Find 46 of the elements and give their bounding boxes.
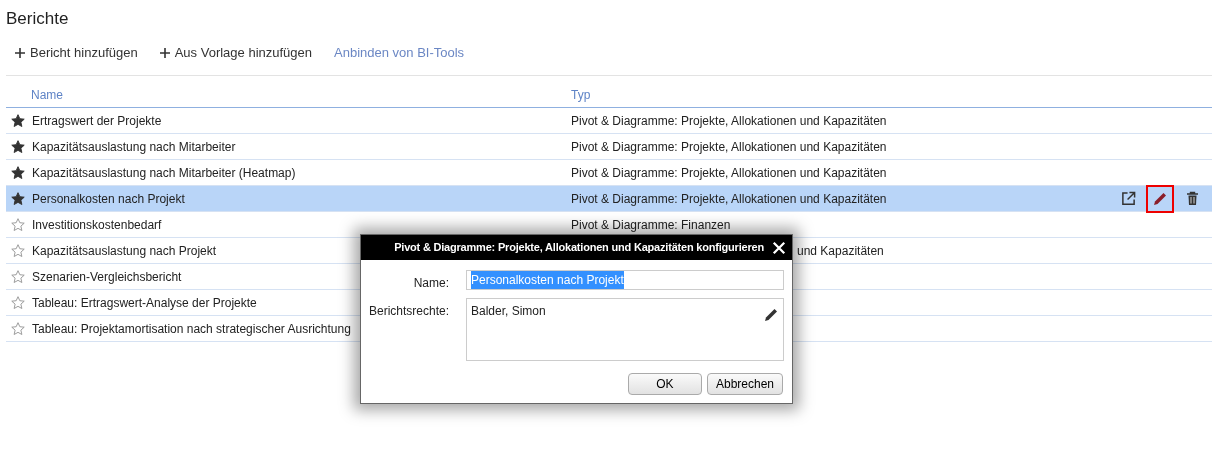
close-icon	[772, 241, 786, 256]
report-name[interactable]: Tableau: Projektamortisation nach strategischer Ausrichtung	[32, 319, 351, 338]
plus-icon	[15, 47, 25, 58]
add-button[interactable]: Bericht hinzufügen	[15, 42, 138, 63]
star-outline-icon[interactable]	[11, 269, 25, 284]
report-type: Pivot & Diagramme: Projekte, Allokationen und Kapazitäten	[571, 139, 887, 154]
star-outline-icon[interactable]	[11, 295, 25, 310]
report-type: Pivot & Diagramme: Projekte, Allokationen und Kapazitäten	[571, 113, 887, 128]
report-name[interactable]: Szenarien-Vergleichsbericht	[32, 267, 182, 286]
ok-button[interactable]: OK	[627, 373, 702, 395]
column-header[interactable]: Typ	[571, 88, 591, 102]
report-name[interactable]: Ertragswert der Projekte	[32, 111, 162, 130]
page-title: Berichte	[6, 8, 70, 30]
bi-tools-link[interactable]: Anbinden von BI-Tools	[334, 42, 465, 63]
rights-field[interactable]: Balder, Simon	[466, 298, 784, 361]
report-name[interactable]: Kapazitätsauslastung nach Projekt	[32, 241, 217, 260]
external-link-icon	[1120, 191, 1136, 206]
report-name[interactable]: Kapazitätsauslastung nach Mitarbeiter (Heatmap)	[32, 163, 296, 182]
filled-star-icon[interactable]	[11, 139, 25, 154]
report-type: Pivot & Diagramme: Finanzen	[571, 217, 731, 232]
trash-icon	[1185, 191, 1199, 206]
report-type: und Kapazitäten	[797, 243, 884, 258]
report-name[interactable]: Tableau: Ertragswert-Analyse der Projekte	[32, 293, 257, 312]
filled-star-icon[interactable]	[11, 191, 25, 206]
field-label: Name:	[412, 275, 449, 292]
filled-star-icon[interactable]	[11, 165, 25, 180]
pencil-icon	[1152, 190, 1168, 207]
column-header[interactable]: Name	[31, 86, 63, 104]
pencil-icon	[763, 306, 779, 323]
plus-icon	[159, 47, 170, 58]
star-outline-icon[interactable]	[11, 217, 25, 232]
filled-star-icon[interactable]	[11, 113, 25, 128]
report-name[interactable]: Investitionskostenbedarf	[32, 215, 162, 234]
dialog-title: Pivot & Diagramme: Projekte, Allokationen und Kapazitäten konfigurieren	[394, 240, 764, 256]
edit-button[interactable]	[1146, 184, 1174, 213]
star-outline-icon[interactable]	[11, 321, 25, 336]
report-name[interactable]: Personalkosten nach Projekt	[32, 189, 185, 208]
report-name[interactable]: Kapazitätsauslastung nach Mitarbeiter	[32, 137, 236, 156]
cancel-button[interactable]: Abbrechen	[706, 373, 783, 395]
selected-row[interactable]: Personalkosten nach Projekt Pivot & Diagramme: Projekte, Allokationen und Kapazitäten	[6, 186, 1212, 212]
report-type: Pivot & Diagramme: Projekte, Allokationen und Kapazitäten	[571, 165, 887, 180]
field-label: Berichtsrechte:	[367, 303, 449, 320]
add-button[interactable]: Aus Vorlage hinzufügen	[159, 42, 312, 63]
rights-value: Balder, Simon	[471, 303, 546, 320]
star-outline-icon[interactable]	[11, 243, 25, 258]
report-type: Pivot & Diagramme: Projekte, Allokationen und Kapazitäten	[571, 191, 887, 206]
